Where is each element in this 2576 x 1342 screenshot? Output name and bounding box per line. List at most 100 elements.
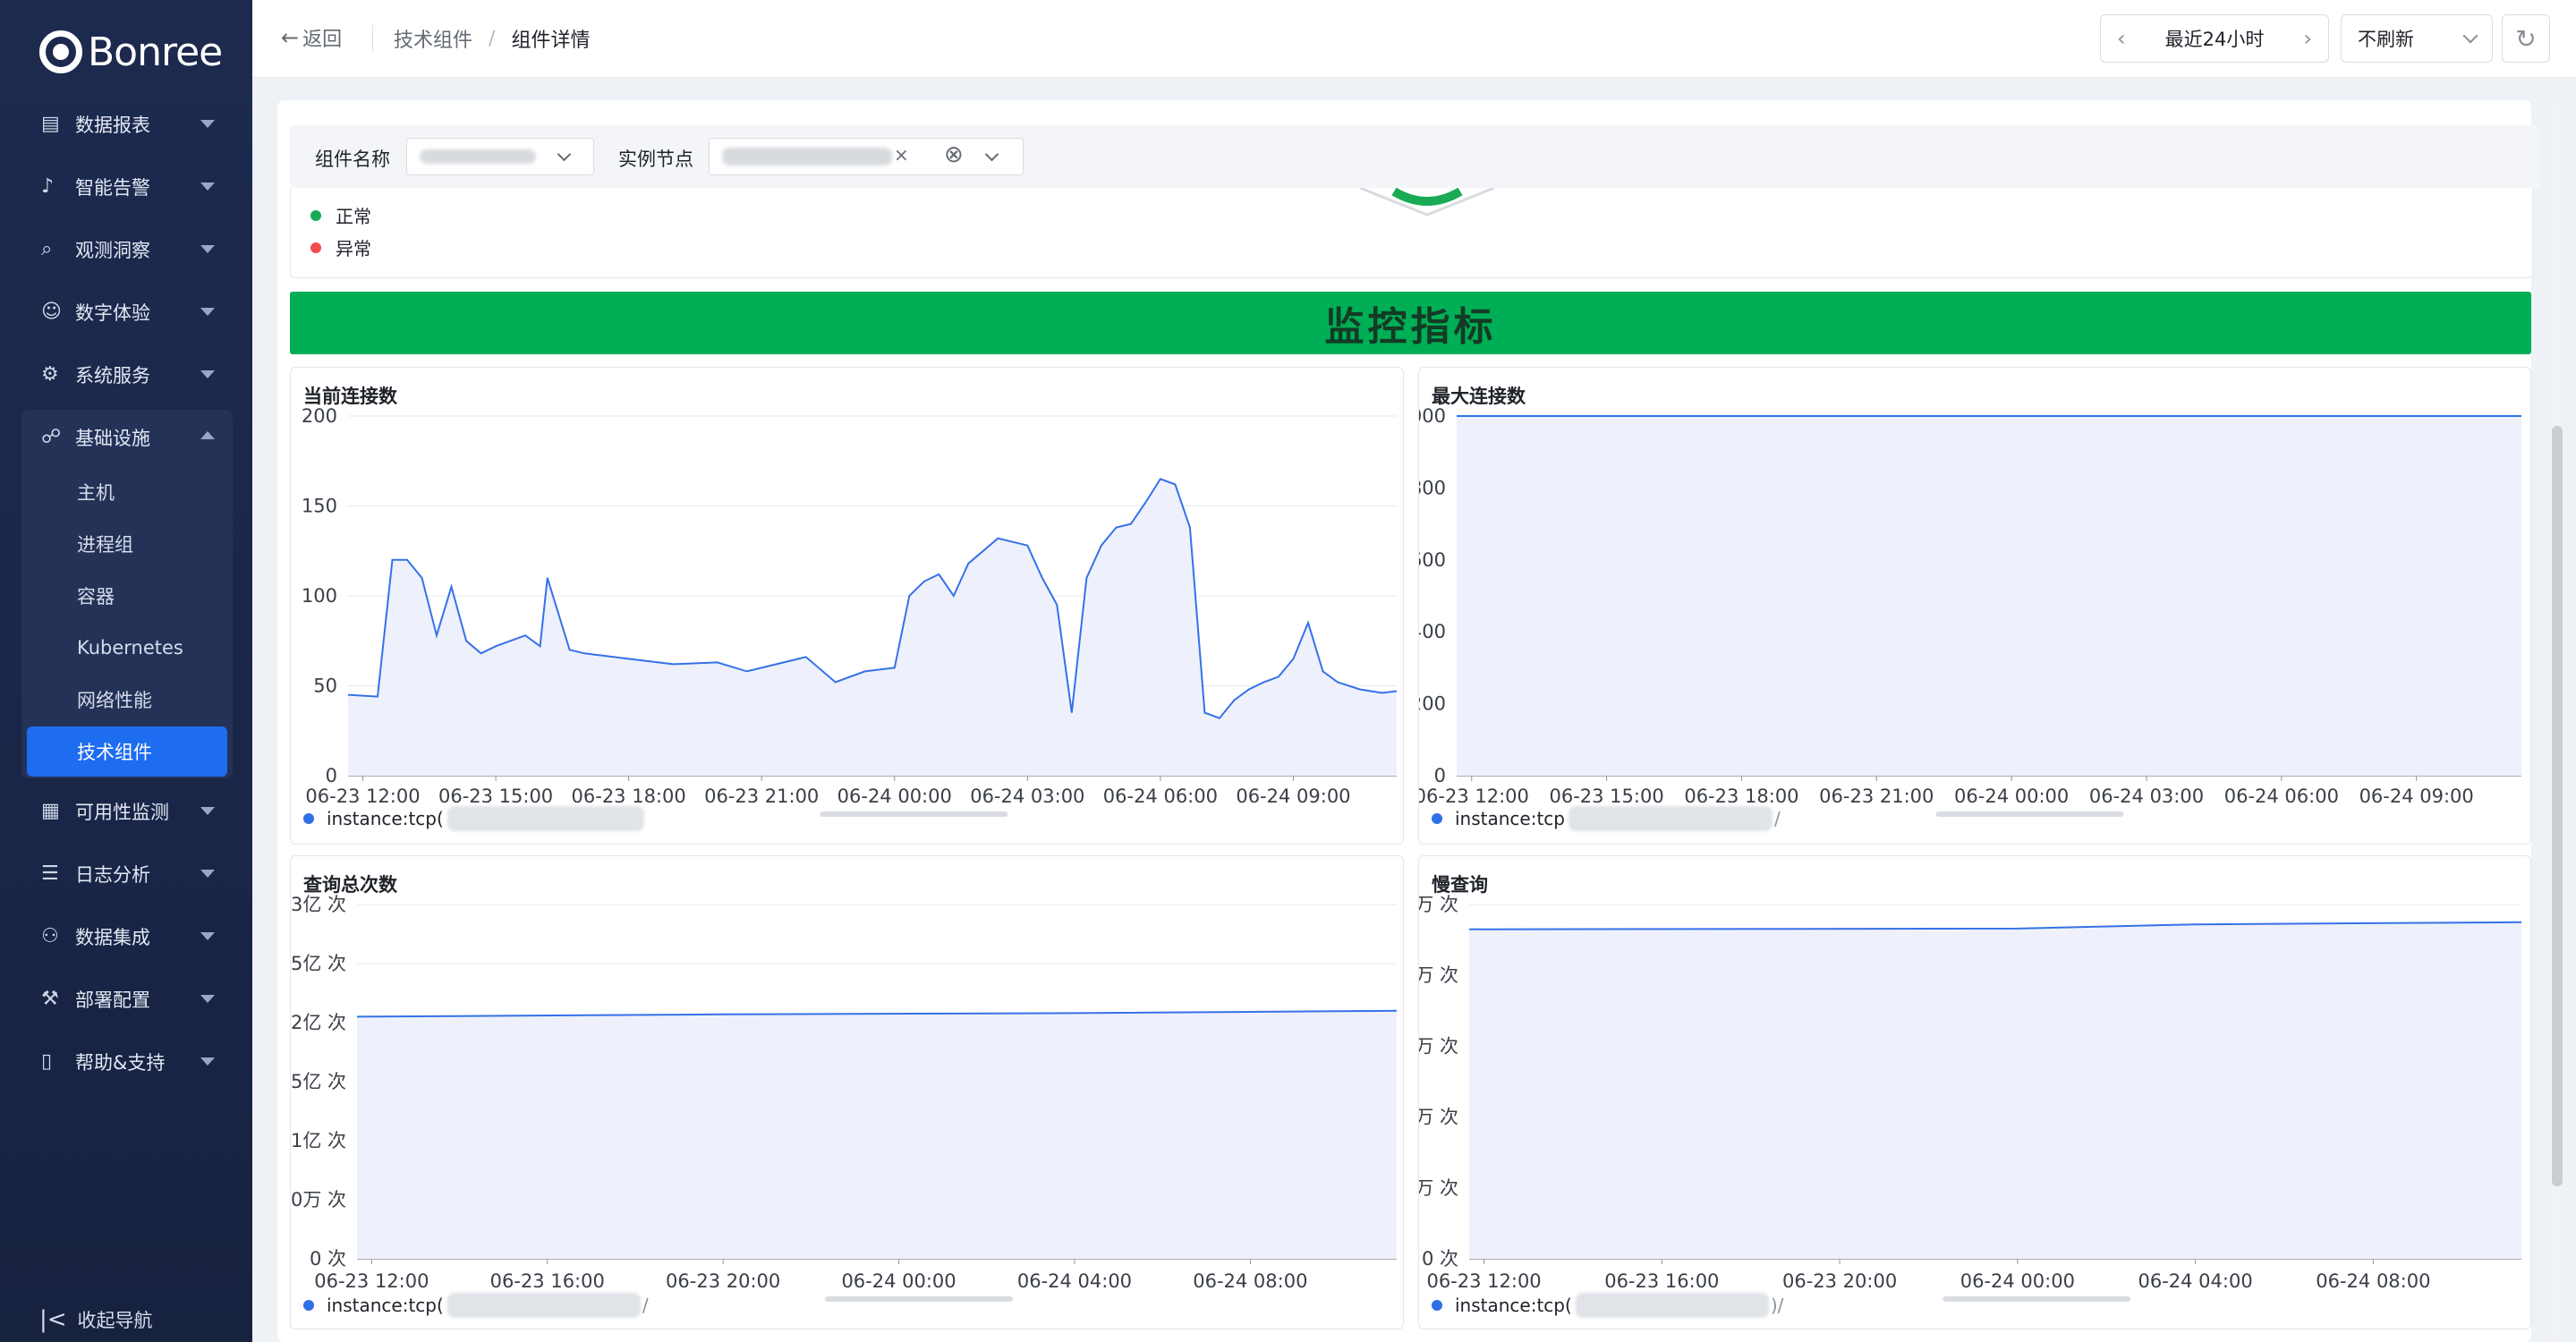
x-tick-label: 06-23 16:00 bbox=[1604, 1270, 1719, 1292]
sidebar-item-label: 部署配置 bbox=[75, 990, 150, 1011]
instance-node-label: 实例节点 bbox=[618, 149, 693, 170]
total-queries-chart[interactable]: 0 次5000万 次1亿 次1.5亿 次2亿 次2.5亿 次3亿 次06-23 … bbox=[291, 856, 1405, 1330]
caret-down-icon bbox=[200, 370, 215, 378]
sidebar-item-label: 数字体验 bbox=[75, 302, 150, 324]
chart-legend-item[interactable]: instance:tcp / bbox=[1432, 806, 1781, 831]
y-tick-label: 1.5亿 次 bbox=[291, 1071, 346, 1092]
auto-refresh-value: 不刷新 bbox=[2358, 29, 2414, 50]
chevron-left-icon[interactable]: ‹ bbox=[2117, 26, 2126, 51]
banner-title: 监控指标 bbox=[1324, 304, 1497, 350]
health-status-card: 正常 异常 bbox=[290, 188, 2533, 278]
refresh-button[interactable]: ↻ bbox=[2502, 14, 2550, 63]
sidebar-item-4[interactable]: ⚙ 系统服务 bbox=[21, 349, 233, 401]
submenu-item-label: 主机 bbox=[77, 482, 115, 504]
abnormal-dot bbox=[310, 242, 321, 253]
magnifier-icon: ⌕ bbox=[41, 238, 53, 260]
submenu-item-2[interactable]: 容器 bbox=[27, 571, 227, 621]
arrow-left-icon: ← bbox=[281, 25, 300, 50]
submenu-item-0[interactable]: 主机 bbox=[27, 467, 227, 517]
legend-label: instance:tcp bbox=[1455, 808, 1565, 829]
chevron-down-icon bbox=[2462, 28, 2478, 44]
x-tick-label: 06-23 20:00 bbox=[666, 1270, 780, 1292]
caret-down-icon bbox=[200, 995, 215, 1003]
legend-label: instance:tcp( bbox=[327, 1295, 444, 1316]
breadcrumb: 技术组件 / 组件详情 bbox=[394, 24, 590, 53]
y-tick-label: 40万 次 bbox=[1419, 964, 1458, 986]
x-tick-label: 06-24 03:00 bbox=[970, 786, 1084, 807]
x-tick-label: 06-24 08:00 bbox=[1193, 1270, 1307, 1292]
zoom-slider[interactable] bbox=[1935, 811, 2124, 817]
sidebar-item-after-0[interactable]: ▦ 可用性监测 bbox=[21, 786, 233, 837]
chevron-right-icon[interactable]: › bbox=[2303, 26, 2312, 51]
back-button[interactable]: ← 返回 bbox=[281, 23, 342, 52]
series-area bbox=[1469, 922, 2521, 1259]
sidebar-item-after-4[interactable]: ▯ 帮助&支持 bbox=[21, 1036, 233, 1088]
sidebar-item-1[interactable]: ♪ 智能告警 bbox=[21, 161, 233, 213]
zoom-slider[interactable] bbox=[824, 1296, 1013, 1302]
series-dot bbox=[1432, 813, 1442, 824]
y-tick-label: 150 bbox=[302, 496, 337, 517]
x-tick-label: 06-24 08:00 bbox=[2316, 1270, 2430, 1292]
y-tick-label: 2亿 次 bbox=[291, 1012, 346, 1033]
chart-legend-item[interactable]: instance:tcp( )/ bbox=[1432, 1293, 1783, 1318]
sidebar-item-5[interactable]: ☍ 基础设施 bbox=[21, 412, 233, 463]
legend-abnormal[interactable]: 异常 bbox=[310, 234, 371, 260]
caret-down-icon bbox=[200, 870, 215, 878]
max-connections-chart[interactable]: 0200400600800100006-23 12:0006-23 15:000… bbox=[1419, 368, 2532, 845]
legend-label: instance:tcp( bbox=[1455, 1295, 1572, 1316]
sidebar-item-0[interactable]: ▤ 数据报表 bbox=[21, 98, 233, 150]
submenu-item-5[interactable]: 技术组件 bbox=[27, 726, 227, 777]
system-service-icon: ⚙ bbox=[41, 363, 59, 386]
x-tick-label: 06-24 06:00 bbox=[2224, 786, 2339, 807]
legend-normal[interactable]: 正常 bbox=[310, 202, 371, 228]
instance-node-select[interactable]: × ⊗ bbox=[709, 138, 1024, 175]
x-tick-label: 06-23 12:00 bbox=[1419, 786, 1529, 807]
current-connections-chart[interactable]: 05010015020006-23 12:00 06-23 15:00 06-23 … bbox=[291, 368, 1405, 845]
y-tick-label: 0 bbox=[326, 765, 337, 786]
collapse-nav-button[interactable]: |< 收起导航 bbox=[39, 1306, 153, 1333]
series-area bbox=[348, 479, 1397, 776]
chart-title: 最大连接数 bbox=[1432, 386, 1526, 407]
x-tick-label: 06-24 00:00 bbox=[1954, 786, 2069, 807]
caret-down-icon bbox=[200, 1057, 215, 1066]
sidebar-item-after-1[interactable]: ☰ 日志分析 bbox=[21, 848, 233, 900]
tag-close-icon[interactable]: × bbox=[894, 144, 909, 166]
sidebar-item-after-2[interactable]: ⚇ 数据集成 bbox=[21, 911, 233, 963]
submenu-item-4[interactable]: 网络性能 bbox=[27, 675, 227, 725]
chart-legend-item[interactable]: instance:tcp( bbox=[303, 806, 646, 831]
x-tick-label: 06-24 06:00 bbox=[1103, 786, 1218, 807]
sidebar-item-label: 智能告警 bbox=[75, 177, 150, 199]
submenu-item-label: 进程组 bbox=[77, 534, 133, 556]
component-name-select[interactable] bbox=[406, 138, 594, 175]
submenu-item-label: 技术组件 bbox=[77, 742, 152, 763]
sidebar-item-label: 日志分析 bbox=[75, 864, 150, 886]
x-tick-label: 06-23 21:00 bbox=[704, 786, 819, 807]
y-tick-label: 10万 次 bbox=[1419, 1177, 1458, 1199]
sidebar-item-2[interactable]: ⌕ 观测洞察 bbox=[21, 224, 233, 276]
clear-circle-icon[interactable]: ⊗ bbox=[944, 141, 964, 168]
time-range-picker[interactable]: ‹ 最近24小时 › bbox=[2100, 14, 2329, 63]
y-tick-label: 100 bbox=[302, 585, 337, 607]
x-tick-label: 06-23 12:00 bbox=[314, 1270, 429, 1292]
chart-title: 慢查询 bbox=[1432, 874, 1488, 896]
legend-normal-label: 正常 bbox=[336, 206, 371, 227]
submenu-item-3[interactable]: Kubernetes bbox=[27, 623, 227, 673]
y-tick-label: 20万 次 bbox=[1419, 1107, 1458, 1128]
bonree-logo[interactable]: Bonree bbox=[39, 25, 223, 79]
x-tick-label: 06-23 15:00 bbox=[1549, 786, 1663, 807]
time-range-label: 最近24小时 bbox=[2164, 29, 2265, 50]
page-scrollbar-thumb[interactable] bbox=[2552, 426, 2563, 1186]
chevron-down-icon bbox=[557, 147, 572, 162]
chart-legend-item[interactable]: instance:tcp( / bbox=[303, 1293, 649, 1318]
slow-queries-chart[interactable]: 0 次10万 次20万 次30万 次40万 次50万 次06-23 12:000… bbox=[1419, 856, 2532, 1330]
breadcrumb-tech-components[interactable]: 技术组件 bbox=[394, 24, 472, 53]
zoom-slider[interactable] bbox=[820, 811, 1008, 817]
zoom-slider[interactable] bbox=[1943, 1296, 2131, 1302]
sidebar-item-3[interactable]: ☺ 数字体验 bbox=[21, 286, 233, 338]
series-area bbox=[1457, 416, 2521, 776]
auto-refresh-select[interactable]: 不刷新 bbox=[2341, 14, 2493, 63]
submenu-item-1[interactable]: 进程组 bbox=[27, 519, 227, 569]
legend-label: instance:tcp( bbox=[327, 808, 444, 829]
alarm-bell-icon: ♪ bbox=[41, 175, 55, 198]
sidebar-item-after-3[interactable]: ⚒ 部署配置 bbox=[21, 973, 233, 1025]
